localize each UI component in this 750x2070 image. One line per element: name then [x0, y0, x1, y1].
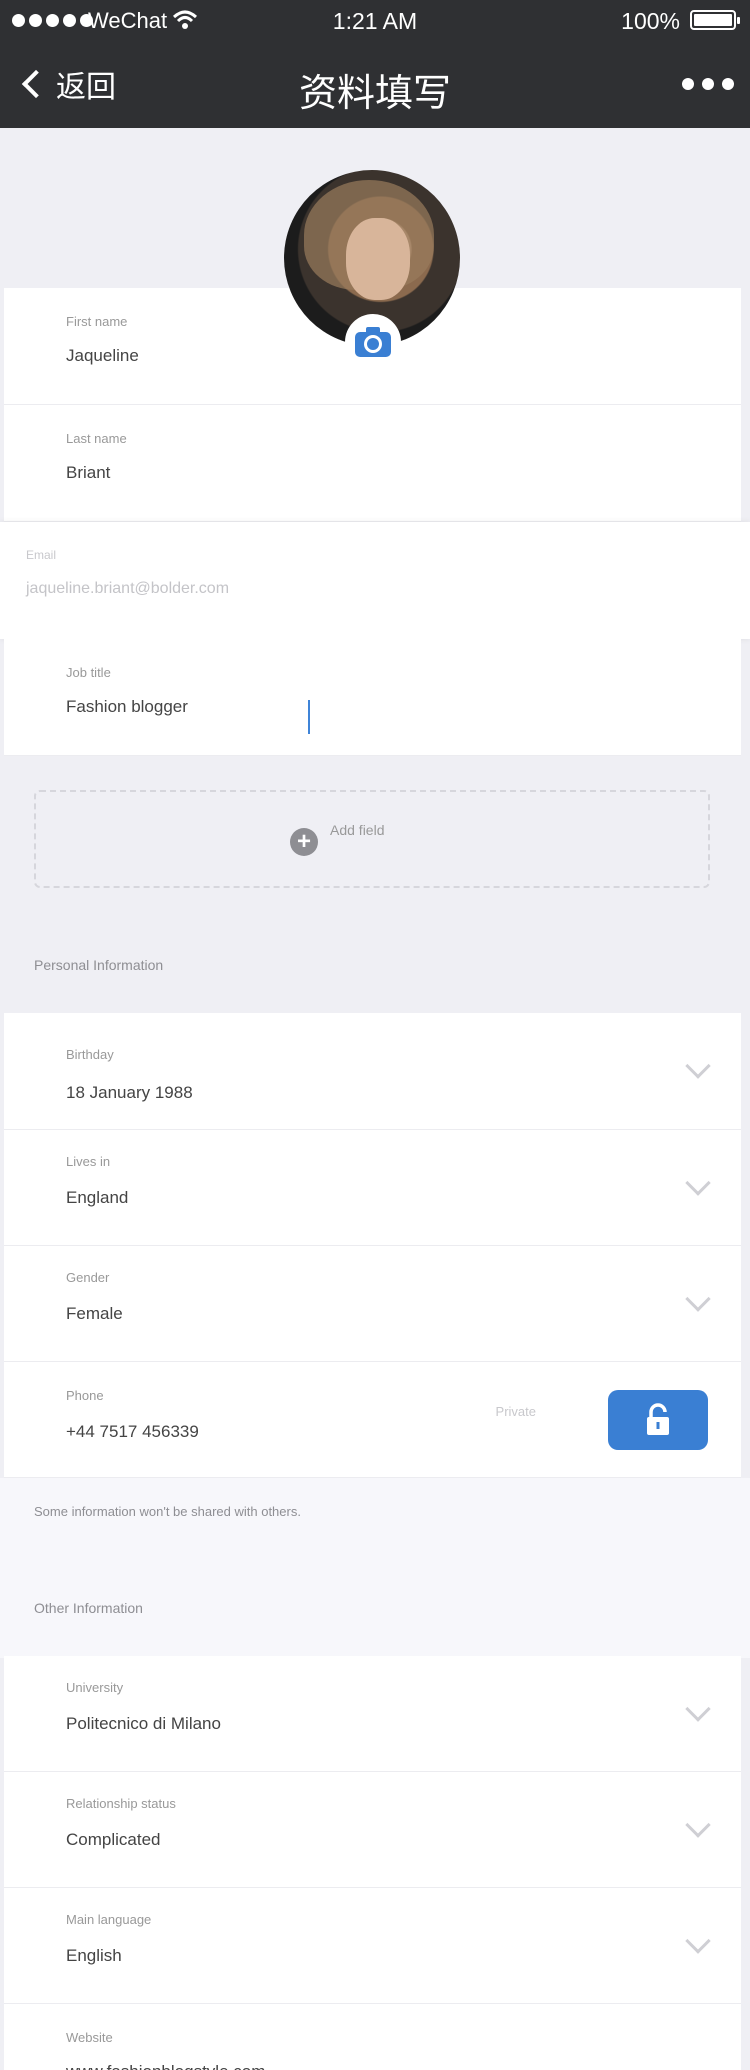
birthday-field[interactable]: Birthday 18 January 1988: [4, 1013, 741, 1130]
university-field[interactable]: University Politecnico di Milano: [4, 1656, 741, 1772]
website-field[interactable]: Website www.fashionblogstyle.com: [4, 2004, 741, 2070]
field-value: www.fashionblogstyle.com: [66, 2062, 265, 2070]
text-cursor: [308, 700, 310, 734]
chevron-down-icon[interactable]: [685, 1170, 711, 1196]
field-value: England: [66, 1188, 129, 1207]
job-title-field[interactable]: Job title Fashion blogger: [4, 639, 741, 756]
field-label: Job title: [66, 665, 111, 680]
field-label: University: [66, 1680, 124, 1695]
section-personal-info: Personal Information: [34, 957, 164, 973]
field-value: Jaqueline: [66, 346, 139, 365]
chevron-down-icon[interactable]: [685, 1928, 711, 1954]
chevron-down-icon[interactable]: [685, 1812, 711, 1838]
more-icon[interactable]: [682, 78, 734, 90]
email-field[interactable]: Email jaqueline.briant@bolder.com: [0, 522, 750, 639]
field-value: 18 January 1988: [66, 1083, 193, 1102]
field-value: +44 7517 456339: [66, 1422, 199, 1441]
privacy-lock-button[interactable]: [608, 1390, 708, 1450]
privacy-note: Some information won't be shared with ot…: [34, 1504, 301, 1519]
status-bar: WeChat 1:21 AM 100%: [0, 0, 750, 42]
lock-icon: [647, 1403, 669, 1435]
language-field[interactable]: Main language English: [4, 1888, 741, 2004]
battery-icon: [690, 10, 740, 30]
field-label: First name: [66, 314, 128, 329]
field-value: English: [66, 1946, 122, 1965]
field-value: Fashion blogger: [66, 697, 188, 716]
field-label: Phone: [66, 1388, 104, 1403]
field-value: Complicated: [66, 1830, 161, 1849]
chevron-down-icon[interactable]: [685, 1286, 711, 1312]
field-label: Lives in: [66, 1154, 111, 1169]
field-label: Relationship status: [66, 1796, 176, 1811]
battery-percent: 100%: [621, 8, 680, 34]
field-label: Website: [66, 2030, 113, 2045]
camera-icon[interactable]: [345, 314, 401, 370]
add-field-label: Add field: [330, 822, 385, 838]
field-label: Birthday: [66, 1047, 114, 1062]
field-value: Politecnico di Milano: [66, 1714, 221, 1733]
field-value: Female: [66, 1304, 123, 1323]
last-name-field[interactable]: Last name Briant: [4, 405, 741, 522]
gender-field[interactable]: Gender Female: [4, 1246, 741, 1362]
field-value: Briant: [66, 463, 111, 482]
plus-icon: +: [290, 828, 318, 856]
page-title: 资料填写: [298, 73, 451, 115]
chevron-down-icon[interactable]: [685, 1053, 711, 1079]
email-placeholder: jaqueline.briant@bolder.com: [26, 580, 230, 597]
field-label: Main language: [66, 1912, 152, 1927]
field-label: Last name: [66, 431, 127, 446]
lives-in-field[interactable]: Lives in England: [4, 1130, 741, 1246]
add-field-button[interactable]: + Add field: [34, 790, 710, 888]
field-label: Gender: [66, 1270, 110, 1285]
chevron-down-icon[interactable]: [685, 1696, 711, 1722]
top-bar: WeChat 1:21 AM 100% 返回 资料填写: [0, 0, 750, 128]
section-other-info: Other Information: [34, 1600, 143, 1616]
field-label: Email: [26, 548, 57, 562]
private-label: Private: [495, 1404, 536, 1419]
nav-bar: 返回 资料填写: [0, 42, 750, 128]
relationship-field[interactable]: Relationship status Complicated: [4, 1772, 741, 1888]
